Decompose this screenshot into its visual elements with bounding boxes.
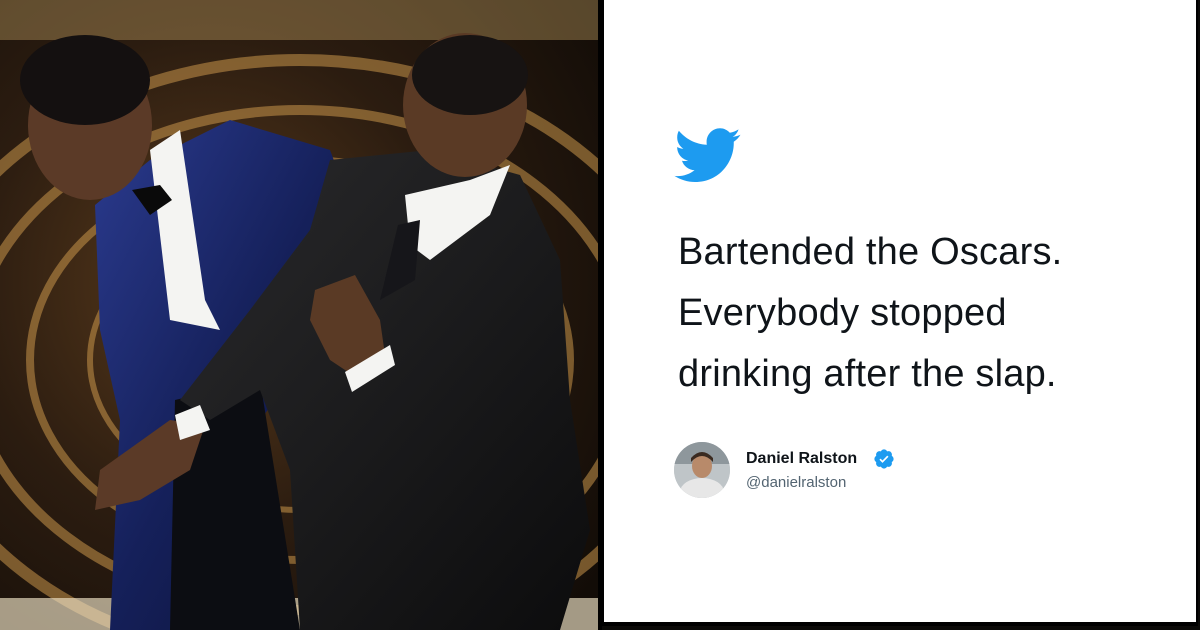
author-name[interactable]: Daniel Ralston bbox=[746, 450, 857, 468]
tweet-author[interactable]: Daniel Ralston @danielralston bbox=[674, 442, 1074, 502]
tweet-text: Bartended the Oscars. Everybody stopped … bbox=[678, 222, 1178, 405]
tweet-card: Bartended the Oscars. Everybody stopped … bbox=[602, 0, 1198, 626]
verified-badge-icon bbox=[874, 449, 894, 469]
twitter-bird-icon bbox=[674, 128, 741, 183]
tweet-line-3: drinking after the slap. bbox=[678, 353, 1057, 395]
avatar-image bbox=[674, 442, 730, 498]
photo-panel bbox=[0, 0, 600, 630]
tweet-line-1: Bartended the Oscars. bbox=[678, 231, 1063, 273]
tweet-line-2: Everybody stopped bbox=[678, 292, 1007, 334]
stage-photo bbox=[0, 0, 600, 630]
avatar[interactable] bbox=[674, 442, 730, 498]
author-handle[interactable]: @danielralston bbox=[746, 474, 846, 491]
